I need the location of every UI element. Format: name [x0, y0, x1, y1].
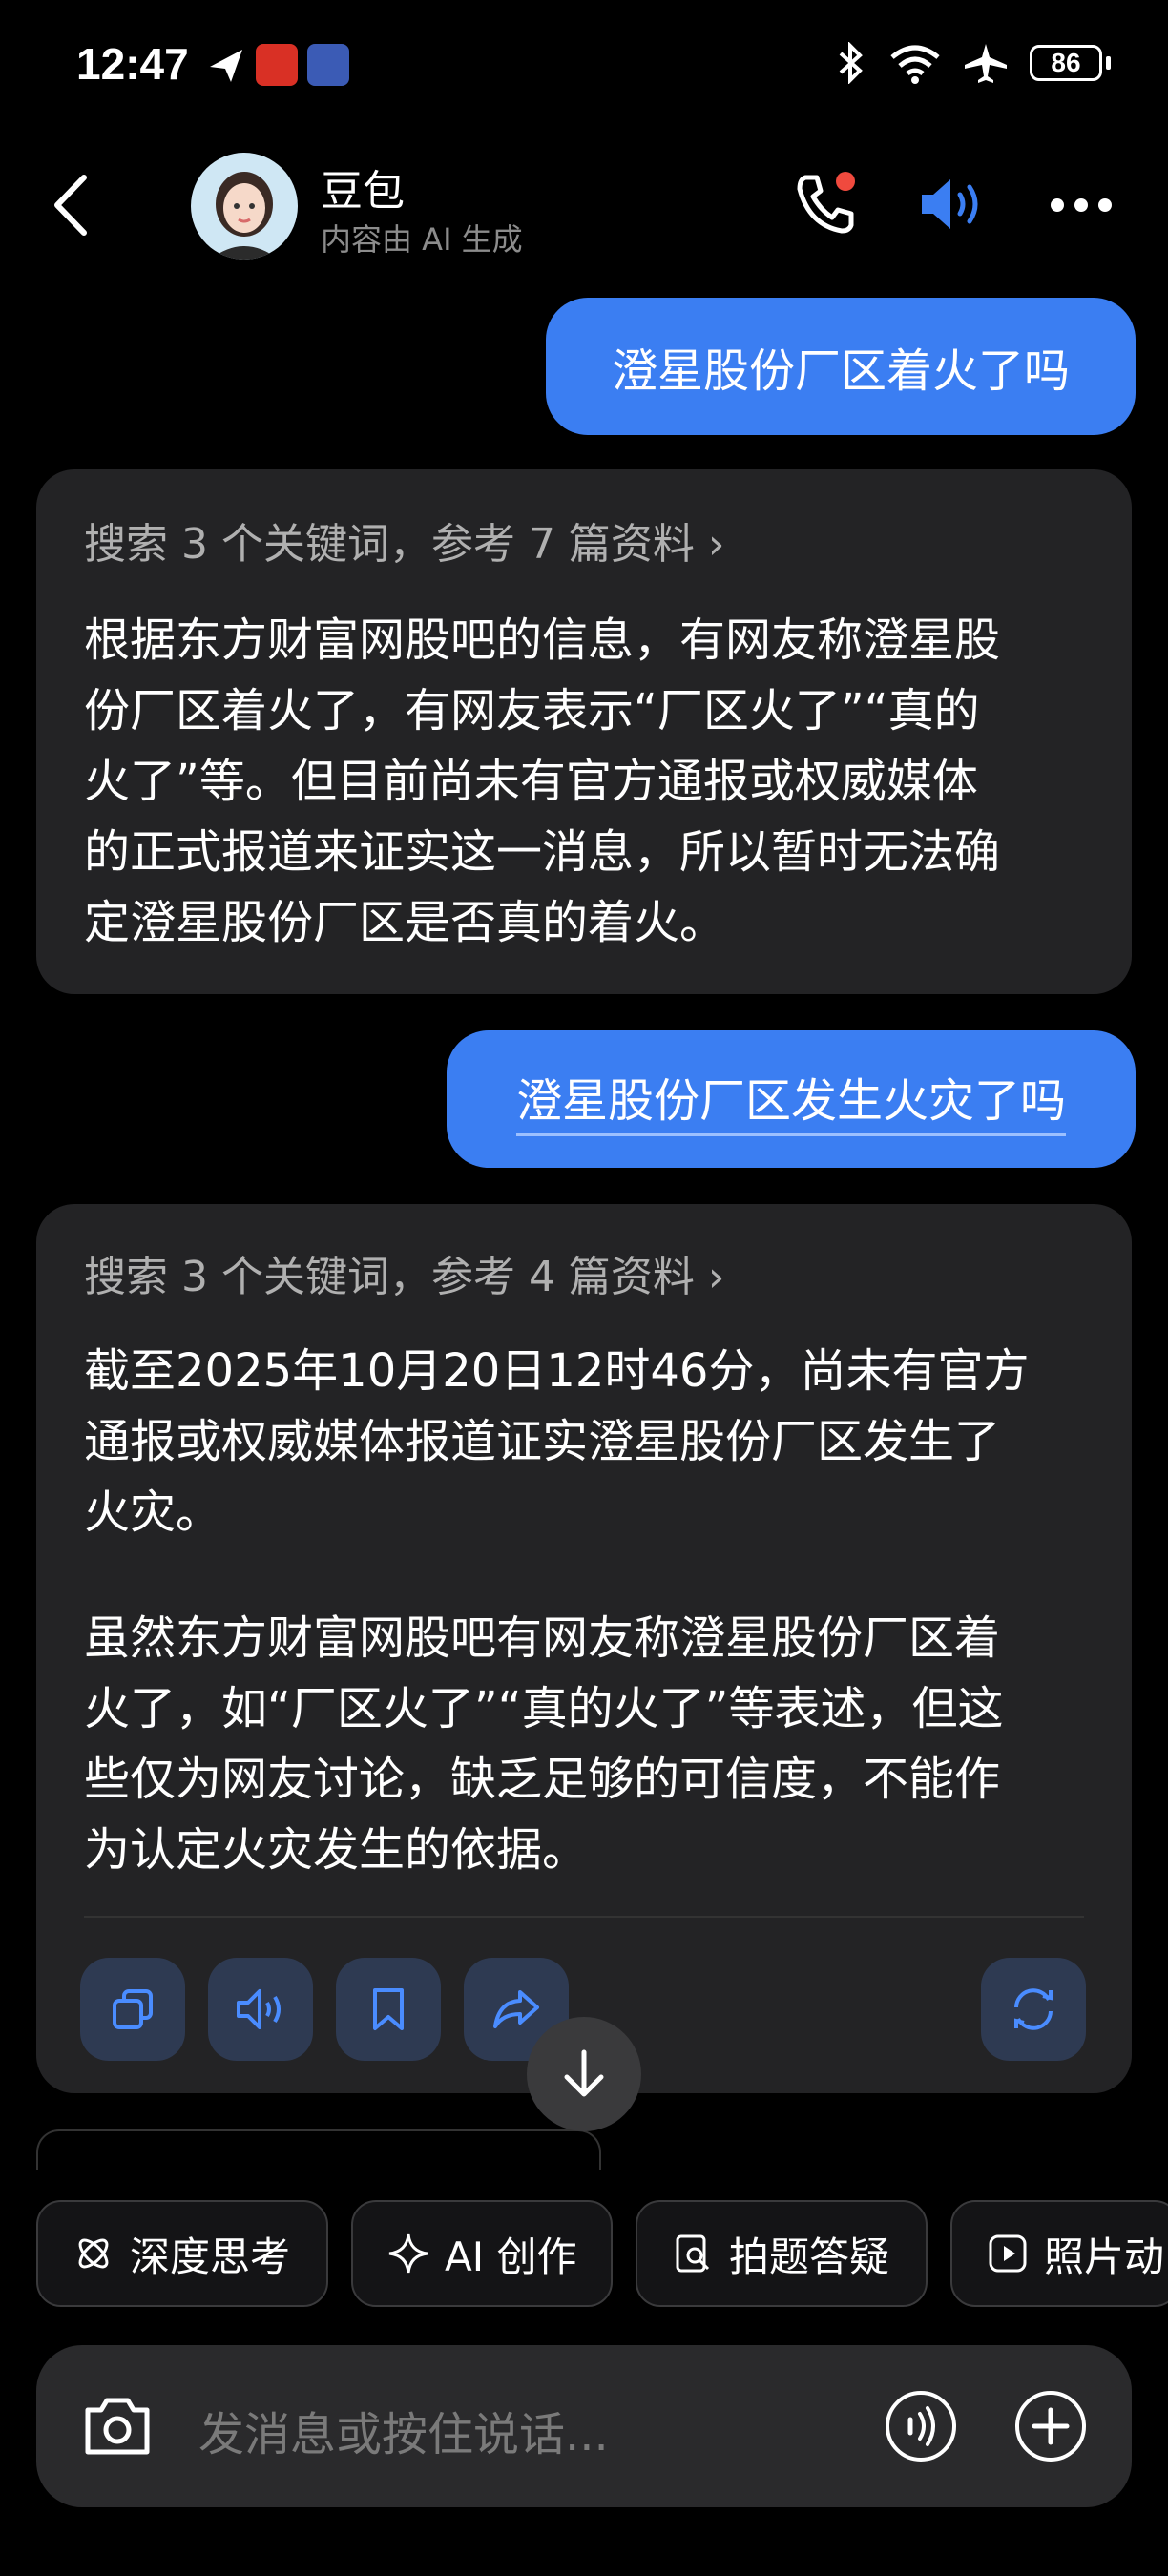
back-icon[interactable]	[50, 172, 92, 239]
arrow-down-icon	[564, 2049, 604, 2097]
app-notification-icon	[307, 44, 349, 86]
copy-icon	[113, 1989, 153, 2029]
user-message[interactable]: 澄星股份厂区着火了吗	[546, 298, 1136, 435]
search-summary[interactable]: 搜索 3 个关键词，参考 4 篇资料 ›	[84, 1242, 725, 1303]
bluetooth-icon	[839, 42, 863, 84]
chip-deep-think[interactable]: 深度思考	[36, 2200, 328, 2307]
sparkle-icon	[388, 2233, 428, 2274]
chip-photo-question[interactable]: 拍题答疑	[636, 2200, 928, 2307]
speaker-on-icon[interactable]	[918, 174, 991, 235]
scroll-to-bottom-button[interactable]	[527, 2017, 641, 2131]
bookmark-button[interactable]	[336, 1958, 441, 2061]
regenerate-button[interactable]	[981, 1958, 1086, 2061]
chevron-right-icon: ›	[694, 1253, 725, 1301]
phone-call-icon[interactable]	[792, 170, 859, 237]
ai-response-card: 搜索 3 个关键词，参考 7 篇资料 › 根据东方财富网股吧的信息，有网友称澄星…	[36, 469, 1132, 994]
ai-response-card: 搜索 3 个关键词，参考 4 篇资料 › 截至2025年10月20日12时46分…	[36, 1204, 1132, 2093]
add-icon[interactable]	[1013, 2389, 1088, 2463]
regenerate-icon	[1014, 1988, 1053, 2030]
status-icons: 86	[835, 42, 1111, 84]
partial-card	[36, 2129, 601, 2170]
location-icon	[210, 50, 242, 82]
search-summary[interactable]: 搜索 3 个关键词，参考 7 篇资料 ›	[84, 509, 725, 571]
voice-input-icon[interactable]	[884, 2389, 958, 2463]
airplane-icon	[965, 44, 1007, 83]
ai-response-text: 根据东方财富网股吧的信息，有网友称澄星股 份厂区着火了，有网友表示“厂区火了”“…	[84, 613, 1001, 949]
user-message[interactable]: 澄星股份厂区发生火灾了吗	[447, 1030, 1136, 1168]
status-time: 12:47	[76, 39, 189, 89]
avatar[interactable]	[191, 153, 298, 260]
chevron-right-icon: ›	[694, 520, 725, 569]
chip-photo-animate[interactable]: 照片动	[950, 2200, 1168, 2307]
ai-response-paragraph: 虽然东方财富网股吧有网友称澄星股份厂区着 火了，如“厂区火了”“真的火了”等表述…	[84, 1611, 1004, 1877]
read-aloud-button[interactable]	[208, 1958, 313, 2061]
bookmark-icon	[373, 1988, 404, 2030]
atom-icon	[78, 2238, 109, 2269]
divider	[84, 1916, 1084, 1918]
ai-disclaimer: 内容由 AI 生成	[321, 221, 523, 258]
wifi-icon	[890, 45, 940, 84]
play-icon	[989, 2234, 1027, 2273]
share-icon	[493, 1990, 539, 2028]
copy-button[interactable]	[80, 1958, 185, 2061]
speaker-icon	[237, 1989, 281, 2029]
battery-icon: 86	[1030, 45, 1102, 81]
app-notification-icon	[256, 44, 298, 86]
more-options-icon[interactable]	[1050, 191, 1113, 219]
contact-name: 豆包	[321, 167, 405, 216]
camera-icon[interactable]	[82, 2393, 153, 2458]
scan-question-icon	[676, 2234, 710, 2273]
message-input[interactable]: 发消息或按住说话...	[198, 2397, 609, 2463]
ai-response-paragraph: 截至2025年10月20日12时46分，尚未有官方 通报或权威媒体报道证实澄星股…	[84, 1344, 1030, 1539]
chip-ai-create[interactable]: AI 创作	[351, 2200, 613, 2307]
